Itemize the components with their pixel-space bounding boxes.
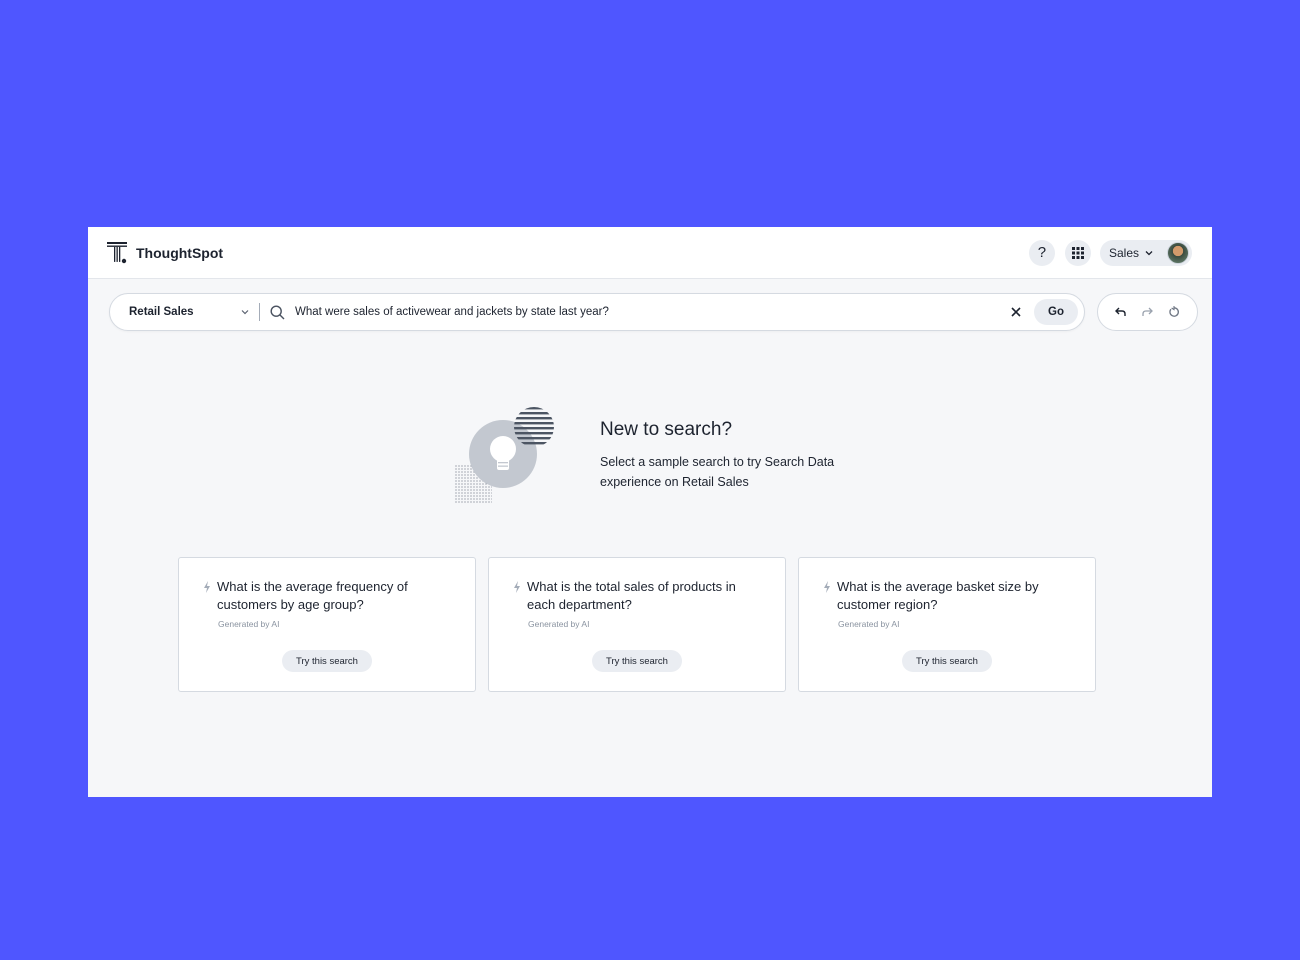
lightning-bolt-icon (204, 581, 210, 593)
generated-by-ai-label: Generated by AI (218, 619, 280, 629)
reset-icon (1169, 306, 1179, 317)
org-label: Sales (1108, 245, 1139, 260)
sample-search-card[interactable]: What is the average frequency of custome… (178, 557, 476, 692)
help-button[interactable]: ? (1028, 239, 1055, 266)
app-switcher-button[interactable] (1064, 239, 1091, 266)
sample-question: What is the average frequency of custome… (217, 579, 408, 612)
question-mark-icon: ? (1037, 244, 1047, 261)
lightbulb-illustration-icon (454, 407, 554, 503)
divider (259, 303, 260, 321)
try-this-search-button[interactable]: Try this search (282, 650, 372, 672)
sample-question: What is the average basket size by custo… (837, 579, 1039, 612)
datasource-label: Retail Sales (129, 306, 194, 318)
thoughtspot-logo-icon (107, 241, 127, 263)
app-name: ThoughtSpot (136, 244, 224, 261)
redo-button[interactable] (1136, 301, 1158, 323)
empty-state-title: New to search? (600, 419, 733, 440)
chevron-down-icon (241, 310, 249, 315)
user-avatar[interactable] (1167, 241, 1189, 264)
search-row: Retail Sales What were sales of activewe… (109, 293, 1198, 331)
search-icon (270, 304, 285, 319)
history-controls (1097, 293, 1198, 331)
org-switcher[interactable]: Sales (1099, 239, 1192, 266)
search-input[interactable]: What were sales of activewear and jacket… (295, 306, 1004, 318)
lightning-bolt-icon (514, 581, 520, 593)
brand[interactable]: ThoughtSpot (107, 241, 224, 264)
sample-search-card[interactable]: What is the total sales of products in e… (488, 557, 786, 692)
lightning-bolt-icon (824, 581, 830, 593)
undo-button[interactable] (1110, 301, 1132, 323)
close-icon (1011, 307, 1021, 317)
empty-state-description: Select a sample search to try Search Dat… (600, 455, 835, 489)
grid-icon (1071, 246, 1084, 259)
generated-by-ai-label: Generated by AI (528, 619, 590, 629)
top-right-controls: ? Sales (1028, 239, 1192, 266)
chevron-down-icon (1145, 250, 1153, 255)
empty-state: New to search? Select a sample search to… (452, 405, 872, 505)
sample-search-cards: What is the average frequency of custome… (178, 557, 1096, 692)
sample-question: What is the total sales of products in e… (527, 579, 736, 612)
undo-icon (1115, 307, 1126, 316)
datasource-select[interactable]: Retail Sales (129, 306, 259, 318)
try-this-search-button[interactable]: Try this search (592, 650, 682, 672)
try-this-search-button[interactable]: Try this search (902, 650, 992, 672)
app-window: ThoughtSpot ? Sales Retail Sales What we… (88, 227, 1212, 797)
sample-search-card[interactable]: What is the average basket size by custo… (798, 557, 1096, 692)
redo-icon (1142, 307, 1154, 316)
go-button[interactable]: Go (1034, 299, 1078, 325)
generated-by-ai-label: Generated by AI (838, 619, 900, 629)
reset-button[interactable] (1163, 301, 1185, 323)
search-bar: Retail Sales What were sales of activewe… (109, 293, 1085, 331)
clear-search-button[interactable] (1004, 300, 1028, 324)
top-navigation-bar: ThoughtSpot ? Sales (88, 227, 1212, 279)
